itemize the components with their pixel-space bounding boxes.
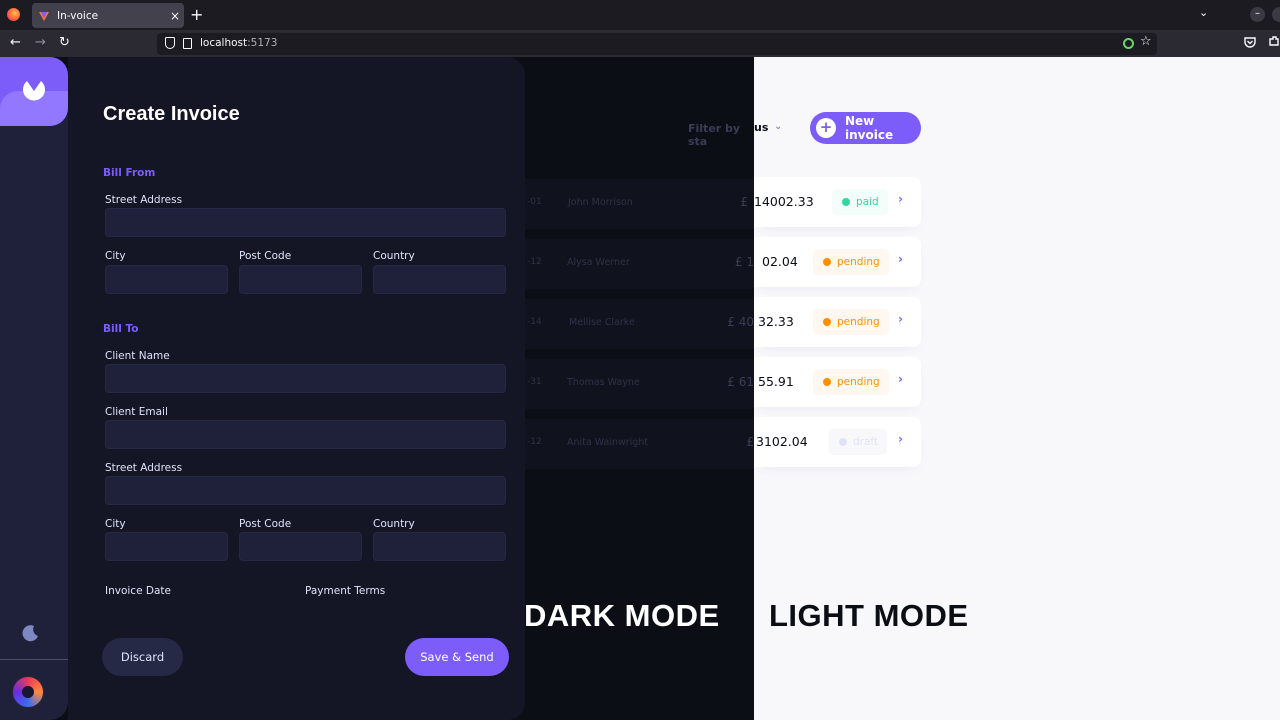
tab-close-icon[interactable]: × [166,9,184,23]
bill-from-street-input[interactable] [105,208,506,237]
create-invoice-drawer: Create Invoice Bill From Street Address … [68,57,525,720]
chevron-right-icon[interactable]: › [898,192,903,206]
status-badge: pending [813,369,889,395]
invoice-row-light[interactable]: 55.91 pending › [754,357,921,407]
client-email-input[interactable] [105,420,506,449]
payment-terms-label: Payment Terms [305,585,386,597]
sidebar-divider [0,659,68,660]
invoice-row-light[interactable]: 02.04 pending › [754,237,921,287]
bill-from-city-input[interactable] [105,265,228,294]
client-name-input[interactable] [105,364,506,393]
invoice-amount: 32.33 [758,314,794,329]
extension-icon[interactable] [1123,38,1134,49]
app-favicon-icon [39,11,49,21]
logo-icon [23,81,45,101]
bill-to-street-label: Street Address [105,462,183,474]
invoice-row-light[interactable]: 32.33 pending › [754,297,921,347]
status-dot-icon [839,438,847,446]
bill-to-city-label: City [105,518,126,530]
invoice-row-dark[interactable]: -14 Mellise Clarke £ 40 [525,299,754,349]
app-logo[interactable] [0,57,68,126]
invoice-row-dark[interactable]: -12 Alysa Werner £ 1 [525,239,754,289]
chevron-right-icon[interactable]: › [898,312,903,326]
url-bar[interactable]: localhost:5173 ☆ [157,33,1157,55]
invoice-row-light[interactable]: 14002.33 paid › [754,177,921,227]
light-mode-label: LIGHT MODE [769,598,969,633]
client-email-label: Client Email [105,406,168,418]
tab-list-chevron-icon[interactable]: ⌄ [1199,6,1208,19]
window-control-icon[interactable] [1272,7,1280,22]
url-text[interactable]: localhost:5173 [200,37,277,49]
invoice-amount: 3102.04 [756,434,808,449]
bookmark-star-icon[interactable]: ☆ [1140,34,1152,49]
bill-to-country-input[interactable] [373,532,506,561]
invoice-row-dark[interactable]: -31 Thomas Wayne £ 61 [525,359,754,409]
bill-to-postcode-label: Post Code [239,518,292,530]
bill-from-heading: Bill From [103,167,156,179]
tab-title: In-voice [57,9,99,22]
back-button[interactable]: ← [10,35,21,50]
invoice-row-dark[interactable]: -01 John Morrison £ [525,179,754,229]
invoice-row-dark[interactable]: -12 Anita Wainwright £ [525,419,754,469]
page-info-icon[interactable] [183,38,192,49]
tracking-shield-icon[interactable] [165,37,175,49]
bill-to-heading: Bill To [103,323,139,335]
bill-to-street-input[interactable] [105,476,506,505]
chevron-right-icon[interactable]: › [898,252,903,266]
status-badge: paid [832,189,888,215]
invoice-date-label: Invoice Date [105,585,171,597]
filter-status-light[interactable]: us [754,121,768,134]
moon-icon[interactable] [20,623,40,643]
status-dot-icon [823,318,831,326]
status-dot-icon [823,378,831,386]
bill-from-street-label: Street Address [105,194,183,206]
new-tab-button[interactable]: + [190,5,203,24]
invoice-amount: 02.04 [762,254,798,269]
form-title: Create Invoice [103,103,240,125]
minimize-button[interactable]: – [1250,7,1265,22]
client-name-label: Client Name [105,350,170,362]
forward-button[interactable]: → [35,35,46,50]
browser-nav-bar: ← → ↻ localhost:5173 ☆ [0,30,1280,57]
invoice-amount: 55.91 [758,374,794,389]
dark-mode-label: DARK MODE [524,598,720,633]
chevron-right-icon[interactable]: › [898,432,903,446]
bill-from-country-label: Country [373,250,415,262]
discard-button[interactable]: Discard [102,638,183,676]
bill-from-city-label: City [105,250,126,262]
invoice-row-light[interactable]: 3102.04 draft › [754,417,921,467]
chevron-right-icon[interactable]: › [898,372,903,386]
bill-to-postcode-input[interactable] [239,532,362,561]
extensions-icon[interactable] [1268,35,1280,47]
bill-to-city-input[interactable] [105,532,228,561]
bill-to-country-label: Country [373,518,415,530]
plus-icon: + [816,118,836,138]
tab-invoice[interactable]: In-voice × [32,3,184,28]
invoice-amount: 14002.33 [754,194,814,209]
status-badge: draft [829,429,888,455]
status-dot-icon [842,198,850,206]
browser-tab-bar: In-voice × + ⌄ – [0,0,1280,30]
bill-from-postcode-label: Post Code [239,250,292,262]
reload-button[interactable]: ↻ [59,35,70,50]
pocket-icon[interactable] [1244,36,1256,48]
filter-status-dark[interactable]: Filter by sta [688,122,754,148]
filter-chevron-icon[interactable]: ⌄ [774,121,782,132]
status-badge: pending [813,249,889,275]
bill-from-country-input[interactable] [373,265,506,294]
avatar[interactable] [11,675,45,709]
firefox-icon[interactable] [7,8,20,21]
status-dot-icon [823,258,831,266]
save-send-button[interactable]: Save & Send [405,638,509,676]
status-badge: pending [813,309,889,335]
bill-from-postcode-input[interactable] [239,265,362,294]
sidebar [0,57,68,720]
